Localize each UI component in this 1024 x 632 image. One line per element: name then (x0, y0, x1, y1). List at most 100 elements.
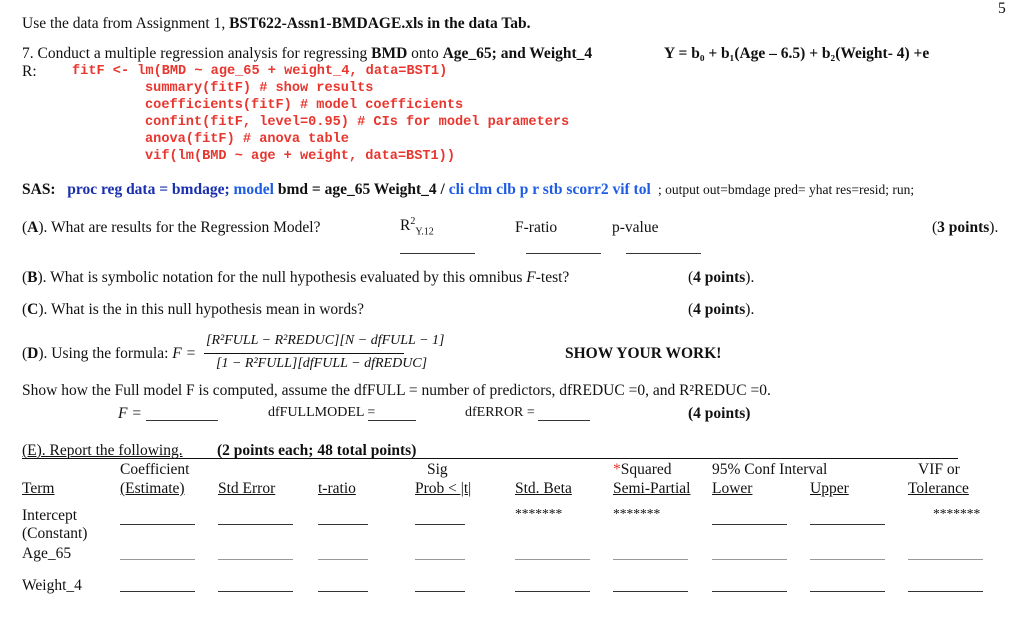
r-code-line: confint(fitF, level=0.95) # CIs for mode… (145, 115, 570, 130)
p-value-label: p-value (612, 219, 659, 236)
sas-options: cli clm clb p r stb scorr2 vif tol (448, 181, 651, 198)
answer-blank[interactable] (515, 591, 590, 592)
intro-line: Use the data from Assignment 1, BST622-A… (22, 15, 531, 33)
b-text: ). What is symbolic notation for the nul… (37, 269, 527, 286)
answer-blank[interactable] (613, 559, 688, 560)
formula-lhs: F = (172, 345, 197, 362)
answer-blank[interactable] (908, 559, 983, 560)
answer-blank[interactable] (218, 591, 293, 592)
df-full-model: dfFULLMODEL = (268, 405, 376, 420)
column-header: Std Error (218, 480, 276, 497)
d-text: ). Using the formula: (38, 345, 173, 362)
answer-blank[interactable] (810, 591, 885, 592)
fraction-bar (204, 353, 404, 354)
c-label: C (27, 301, 39, 318)
answer-blank[interactable] (120, 591, 195, 592)
answer-blank[interactable] (415, 559, 465, 560)
a-label: A (27, 219, 39, 236)
header-top-1: Coefficient (120, 461, 190, 478)
answer-blank[interactable] (515, 559, 590, 560)
sas-label: SAS: (22, 181, 56, 198)
b-text2: -test? (535, 269, 570, 286)
f-equals: F = (118, 405, 142, 423)
answer-blank[interactable] (712, 591, 787, 592)
question-b: (B). What is symbolic notation for the n… (22, 269, 570, 286)
column-header: Semi-Partial (613, 480, 691, 497)
header-top-6: *Squared (613, 461, 672, 478)
q7-vars: Age_65; and Weight_4 (442, 45, 593, 62)
r-code-line: fitF <- lm(BMD ~ age_65 + weight_4, data… (72, 64, 448, 79)
answer-blank[interactable] (415, 524, 465, 525)
b-f: F (526, 269, 536, 286)
answer-blank[interactable] (712, 559, 787, 560)
r-code-line: summary(fitF) # show results (145, 81, 374, 96)
table-row: Intercept (Constant) (22, 507, 87, 543)
r-label: R: (22, 63, 37, 80)
r2-answer-blank[interactable] (400, 253, 475, 254)
header-top-7: 95% Conf Interval (712, 461, 828, 478)
table-row: Weight_4 (22, 577, 82, 594)
answer-blank[interactable] (712, 524, 787, 525)
answer-blank[interactable] (318, 524, 368, 525)
question-7: 7. Conduct a multiple regression analysi… (22, 45, 592, 63)
column-header: Std. Beta (515, 480, 572, 497)
answer-blank[interactable] (908, 591, 983, 592)
df-error-blank[interactable] (538, 420, 590, 421)
b-points: (4 points). (688, 269, 755, 286)
c-points-text: 4 points (693, 301, 746, 318)
page-number: 5 (998, 0, 1006, 17)
answer-blank[interactable] (120, 559, 195, 560)
b-label: B (27, 269, 38, 286)
e-title-rule (22, 458, 958, 459)
answer-blank[interactable] (810, 559, 885, 560)
show-your-work: SHOW YOUR WORK! (565, 345, 722, 362)
answer-blank[interactable] (120, 524, 195, 525)
row-term-2: (Constant) (22, 525, 88, 542)
answer-blank[interactable] (218, 559, 293, 560)
sas-proc: proc reg data = bmdage; (67, 181, 230, 198)
column-header: Prob < |t| (415, 480, 472, 497)
data-file: BST622-Assn1-BMDAGE.xls in the data Tab. (229, 15, 531, 32)
a-points-text: 3 points (937, 219, 990, 236)
formula-denominator: [1 − R²FULL][dfFULL − dfREDUC] (216, 356, 428, 371)
sas-model-keyword: model (233, 181, 274, 198)
df-full-model-blank[interactable] (368, 420, 416, 421)
f-answer-blank[interactable] (146, 420, 218, 421)
answer-blank[interactable] (318, 591, 368, 592)
answer-blank[interactable] (613, 591, 688, 592)
sas-model: bmd = age_65 Weight_4 / (273, 181, 449, 198)
question-c: (C). What is the in this null hypothesis… (22, 301, 364, 318)
column-header: (Estimate) (120, 480, 185, 497)
p-value-answer-blank[interactable] (626, 253, 701, 254)
column-header: Lower (712, 480, 753, 497)
question-d: (D). Using the formula: F = (22, 345, 197, 362)
answer-blank[interactable] (218, 524, 293, 525)
r-code-line: anova(fitF) # anova table (145, 132, 349, 147)
answer-blank[interactable] (318, 559, 368, 560)
df-error: dfERROR = (465, 405, 535, 420)
model-equation: Y = b₀ + b₁(Age – 6.5) + b₂(Weight- 4) +… (664, 45, 930, 62)
a-text: ). What are results for the Regression M… (38, 219, 321, 236)
r-code-line: vif(lm(BMD ~ age + weight, data=BST1)) (145, 149, 455, 164)
r-code-line: coefficients(fitF) # model coefficients (145, 98, 464, 113)
r2-label: R2Y.12 (400, 216, 434, 237)
question-a: (A). What are results for the Regression… (22, 219, 321, 236)
d-points: (4 points) (688, 405, 751, 422)
not-applicable-stars: ******* (515, 506, 563, 521)
column-header: Tolerance (908, 480, 969, 497)
formula-numerator: [R²FULL − R²REDUC][N − dfFULL − 1] (206, 333, 445, 348)
f-ratio-answer-blank[interactable] (526, 253, 601, 254)
answer-blank[interactable] (810, 524, 885, 525)
row-term: Intercept (22, 507, 78, 524)
header-top-4: Sig (427, 461, 448, 478)
column-header: Upper (810, 480, 849, 497)
q7-text: 7. Conduct a multiple regression analysi… (22, 45, 372, 62)
column-header: Term (22, 480, 55, 497)
answer-blank[interactable] (415, 591, 465, 592)
not-applicable-stars: ******* (933, 506, 981, 521)
r2-r: R (400, 217, 411, 235)
b-points-text: 4 points (693, 269, 746, 286)
f-eq-label: F = (118, 405, 142, 422)
q7-bmd: BMD (371, 45, 408, 62)
table-row: Age_65 (22, 545, 72, 562)
